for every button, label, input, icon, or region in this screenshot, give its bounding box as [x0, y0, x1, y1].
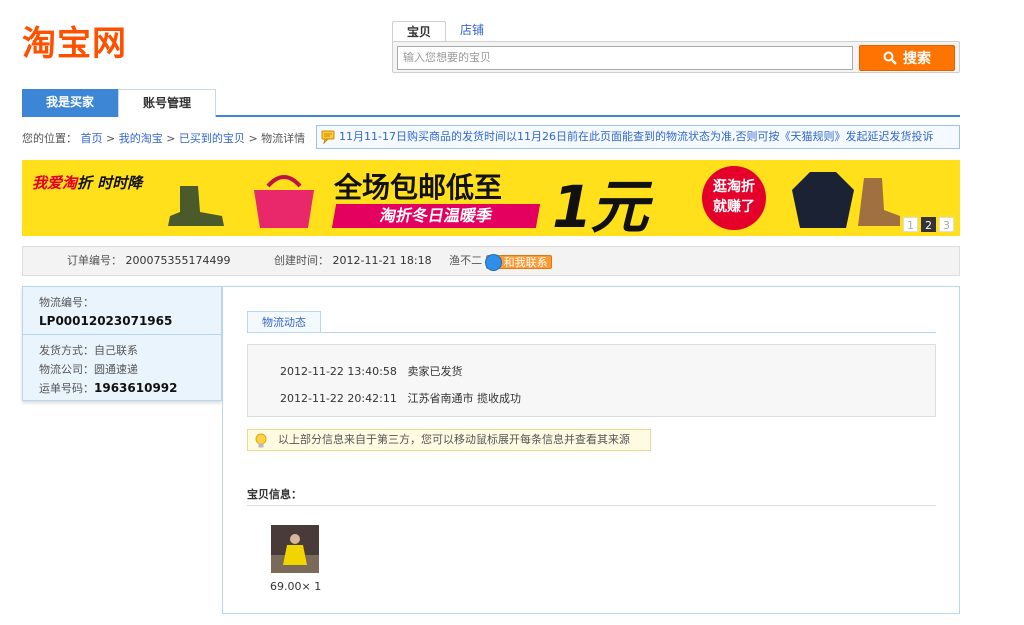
tab-divider — [247, 332, 936, 333]
waybill-label: 运单号码： — [39, 382, 94, 395]
banner-page-2[interactable]: 2 — [921, 217, 936, 232]
logistics-info-panel: 物流编号： LP00012023071965 发货方式：自己联系 物流公司：圆通… — [22, 286, 222, 401]
item-price-quantity: 69.00× 1 — [270, 580, 322, 593]
search-input[interactable]: 输入您想要的宝贝 — [397, 46, 853, 70]
boot-image — [168, 186, 224, 226]
breadcrumb-bought-items[interactable]: 已买到的宝贝 — [179, 132, 245, 145]
breadcrumb-sep: > — [248, 132, 258, 145]
event-time: 2012-11-22 20:42:11 — [280, 392, 397, 405]
tab-buyer[interactable]: 我是买家 — [22, 89, 118, 117]
breadcrumb: 您的位置： 首页 > 我的淘宝 > 已买到的宝贝 > 物流详情 — [22, 130, 305, 146]
order-summary-bar: 订单编号： 200075355174499 创建时间： 2012-11-21 1… — [22, 246, 960, 276]
item-photo — [271, 525, 319, 573]
snow-boots-image — [858, 178, 900, 226]
promo-banner[interactable]: 我爱淘折 时时降 全场包邮低至 淘折冬日温暖季 1元 逛淘折 就赚了 1 2 3 — [22, 160, 960, 236]
breadcrumb-home[interactable]: 首页 — [81, 132, 103, 145]
waybill-row: 运单号码：1963610992 — [39, 379, 221, 398]
search-box: 输入您想要的宝贝 搜索 — [392, 41, 960, 73]
shipping-method-value: 自己联系 — [94, 344, 138, 357]
banner-brand-text: 我爱淘 — [32, 174, 78, 192]
banner-cta-line2: 就赚了 — [713, 199, 755, 215]
shipping-method-row: 发货方式：自己联系 — [39, 341, 221, 360]
shipping-notice[interactable]: 11月11-17日购买商品的发货时间以11月26日前在此页面能查到的物流状态为准… — [316, 125, 960, 149]
breadcrumb-current: 物流详情 — [261, 132, 306, 145]
logistics-no-label: 物流编号： — [39, 296, 94, 309]
tracking-event-list: 2012-11-22 13:40:58 卖家已发货 2012-11-22 20:… — [247, 344, 936, 417]
waybill-value: 1963610992 — [94, 381, 178, 395]
breadcrumb-my-taobao[interactable]: 我的淘宝 — [119, 132, 163, 145]
banner-cta-line1: 逛淘折 — [713, 179, 755, 195]
breadcrumb-sep: > — [166, 132, 176, 145]
tracking-panel: 物流动态 2012-11-22 13:40:58 卖家已发货 2012-11-2… — [222, 286, 960, 614]
search-button-label: 搜索 — [903, 51, 931, 67]
item-thumbnail[interactable] — [271, 525, 319, 573]
contact-seller-button[interactable]: 和我联系 — [484, 254, 552, 271]
banner-slogan: 时时降 — [97, 174, 143, 192]
handbag-image — [254, 175, 314, 228]
tab-tracking[interactable]: 物流动态 — [247, 311, 321, 333]
logistics-number-section: 物流编号： LP00012023071965 — [23, 287, 221, 335]
chat-icon — [484, 254, 502, 271]
banner-pager: 1 2 3 — [903, 217, 954, 232]
order-no-value: 200075355174499 — [125, 254, 231, 267]
banner-page-3[interactable]: 3 — [939, 217, 954, 232]
tab-account[interactable]: 账号管理 — [118, 89, 216, 117]
created-label: 创建时间： — [273, 254, 329, 267]
breadcrumb-sep: > — [106, 132, 116, 145]
banner-brand-suffix: 折 — [77, 174, 93, 192]
logistics-company-value: 圆通速递 — [94, 363, 138, 376]
breadcrumb-prefix: 您的位置： — [22, 132, 77, 145]
logistics-no-value: LP00012023071965 — [39, 314, 173, 328]
event-desc: 卖家已发货 — [407, 365, 463, 378]
main-nav: 我是买家 账号管理 — [22, 89, 960, 117]
banner-cta-badge: 逛淘折 就赚了 — [702, 166, 766, 230]
taobao-logo[interactable]: 淘宝网 — [22, 22, 127, 66]
logistics-company-label: 物流公司： — [39, 363, 94, 376]
tracking-event[interactable]: 2012-11-22 20:42:11 江苏省南通市 揽收成功 — [280, 390, 521, 406]
tracking-event[interactable]: 2012-11-22 13:40:58 卖家已发货 — [280, 363, 463, 379]
logistics-company-row: 物流公司：圆通速递 — [39, 360, 221, 379]
event-desc: 江苏省南通市 揽收成功 — [407, 392, 522, 405]
contact-seller-label: 和我联系 — [503, 256, 548, 269]
search-tabs: 宝贝 店铺 — [392, 20, 498, 43]
event-time: 2012-11-22 13:40:58 — [280, 365, 397, 378]
banner-subheadline: 淘折冬日温暖季 — [331, 204, 541, 228]
search-button[interactable]: 搜索 — [859, 45, 955, 71]
order-no-label: 订单编号： — [67, 254, 122, 267]
speech-bubble-icon — [321, 130, 335, 144]
banner-brand: 我爱淘折 时时降 — [32, 172, 142, 193]
banner-headline: 全场包邮低至 — [334, 171, 503, 204]
banner-page-1[interactable]: 1 — [903, 217, 918, 232]
third-party-tip: 以上部分信息来自于第三方，您可以移动鼠标展开每条信息并查看其来源 — [247, 429, 651, 451]
search-tab-items[interactable]: 宝贝 — [392, 21, 447, 43]
search-icon — [883, 51, 897, 65]
coat-image — [792, 172, 854, 228]
created-value: 2012-11-21 18:18 — [332, 254, 432, 267]
search-tab-shops[interactable]: 店铺 — [446, 20, 498, 42]
shipping-notice-text: 11月11-17日购买商品的发货时间以11月26日前在此页面能查到的物流状态为准… — [339, 130, 934, 143]
item-info-title: 宝贝信息： — [247, 488, 302, 501]
third-party-tip-text: 以上部分信息来自于第三方，您可以移动鼠标展开每条信息并查看其来源 — [278, 433, 630, 446]
banner-price: 1元 — [552, 173, 648, 236]
item-info-divider — [247, 505, 936, 506]
lightbulb-icon — [255, 433, 267, 448]
seller-name[interactable]: 渔不二 — [449, 254, 482, 267]
shipping-method-label: 发货方式： — [39, 344, 94, 357]
